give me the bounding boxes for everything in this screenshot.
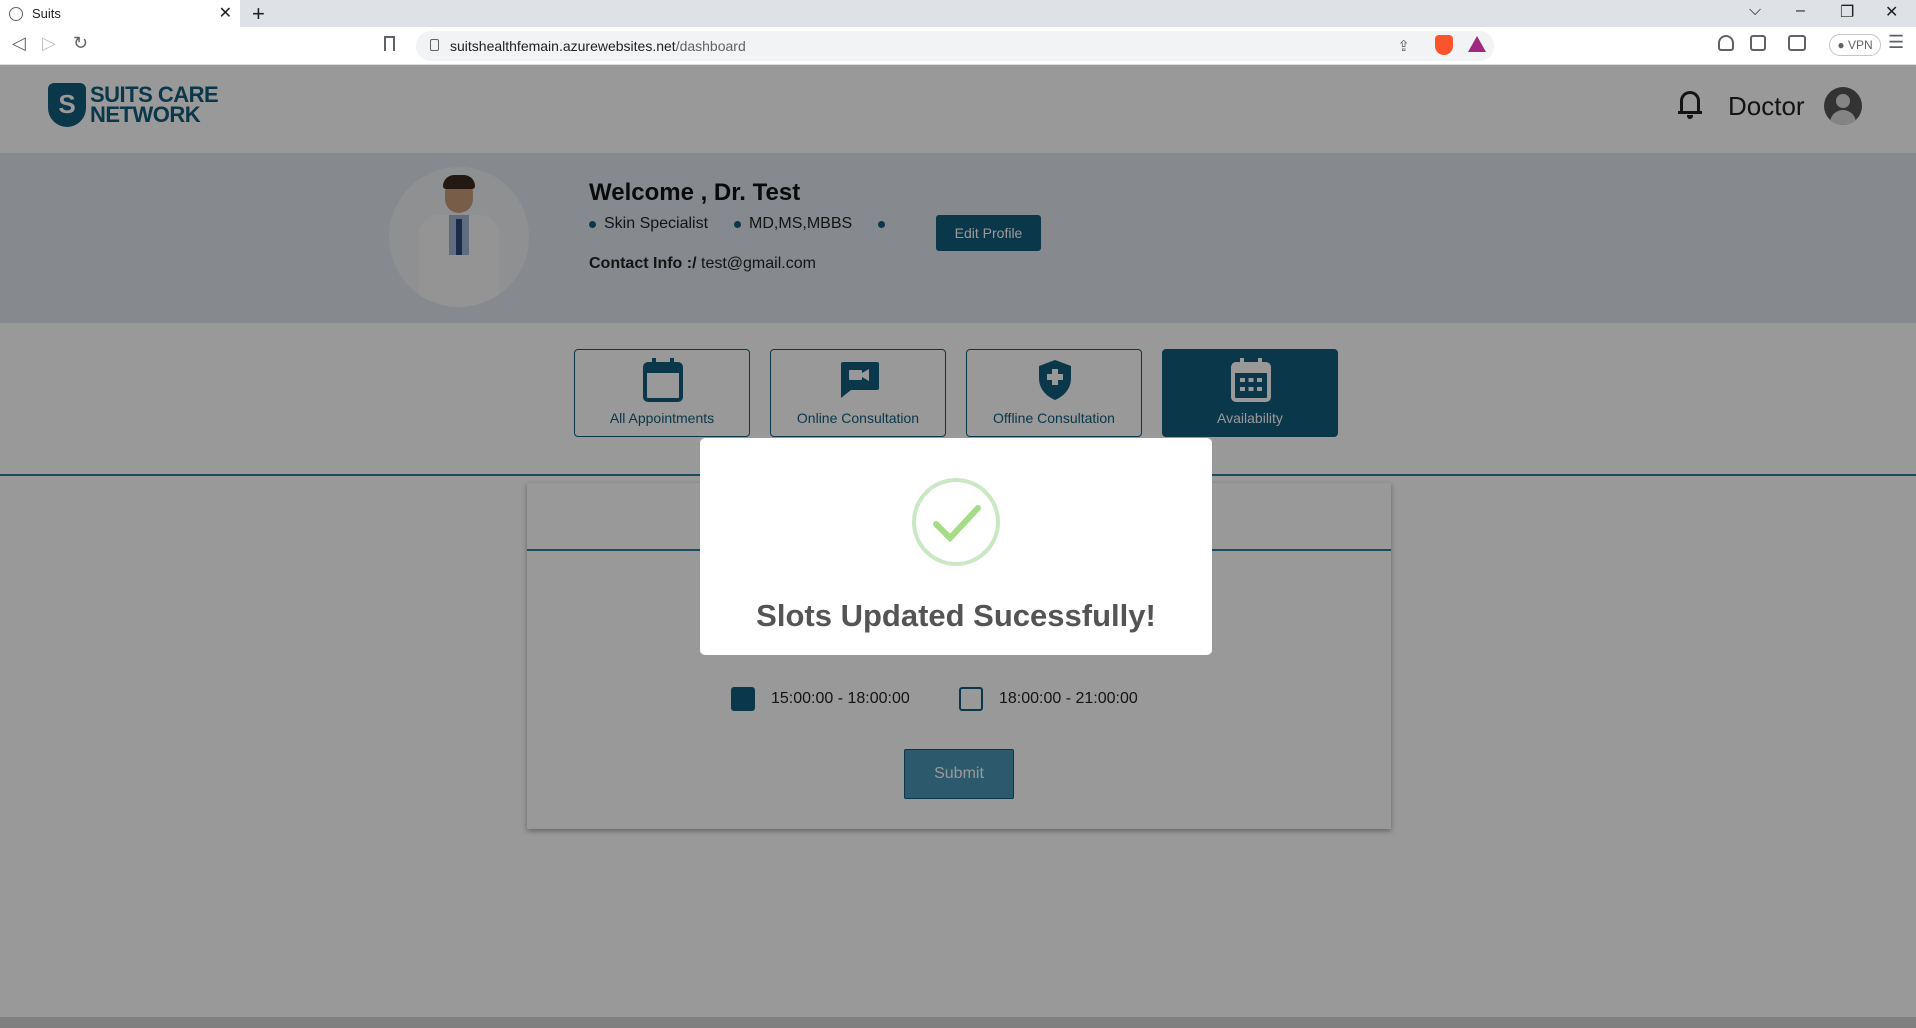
url-path: /dashboard bbox=[675, 38, 746, 54]
success-check-icon bbox=[912, 478, 1000, 566]
brave-rewards-icon[interactable] bbox=[1468, 36, 1486, 52]
success-dialog: Slots Updated Sucessfully! bbox=[700, 438, 1212, 655]
menu-icon[interactable]: ☰ bbox=[1888, 32, 1904, 53]
url-host: suitshealthfemain.azurewebsites.net bbox=[450, 38, 676, 54]
browser-tab[interactable]: Suits ✕ bbox=[0, 0, 240, 27]
tab-title: Suits bbox=[32, 6, 61, 21]
extensions-icon[interactable] bbox=[1718, 35, 1734, 51]
wallet-icon[interactable] bbox=[1788, 35, 1806, 51]
reload-icon[interactable]: ↻ bbox=[73, 33, 88, 54]
share-icon[interactable]: ⇪ bbox=[1397, 37, 1410, 55]
browser-tab-bar: Suits ✕ + ⌵ – ❐ ✕ bbox=[0, 0, 1916, 27]
bookmark-icon[interactable] bbox=[384, 36, 395, 51]
minimize-icon[interactable]: – bbox=[1796, 2, 1805, 20]
tab-close-icon[interactable]: ✕ bbox=[219, 3, 232, 23]
vpn-button[interactable]: ● VPN bbox=[1829, 34, 1881, 56]
new-tab-button[interactable]: + bbox=[252, 1, 265, 27]
tab-search-icon[interactable]: ⌵ bbox=[1749, 2, 1761, 20]
globe-icon bbox=[9, 6, 23, 21]
window-close-icon[interactable]: ✕ bbox=[1885, 2, 1898, 22]
brave-shields-icon[interactable] bbox=[1435, 35, 1453, 55]
back-icon[interactable]: ◁ bbox=[12, 33, 26, 54]
url-text[interactable]: suitshealthfemain.azurewebsites.net/dash… bbox=[450, 38, 746, 54]
forward-icon[interactable]: ▷ bbox=[42, 33, 56, 54]
browser-toolbar: ◁ ▷ ↻ suitshealthfemain.azurewebsites.ne… bbox=[0, 27, 1916, 65]
restore-icon[interactable]: ❐ bbox=[1840, 2, 1854, 22]
lock-icon bbox=[430, 39, 439, 51]
sidebar-icon[interactable] bbox=[1750, 35, 1766, 51]
address-bar[interactable]: suitshealthfemain.azurewebsites.net/dash… bbox=[416, 31, 1494, 61]
dialog-title: Slots Updated Sucessfully! bbox=[756, 598, 1156, 633]
